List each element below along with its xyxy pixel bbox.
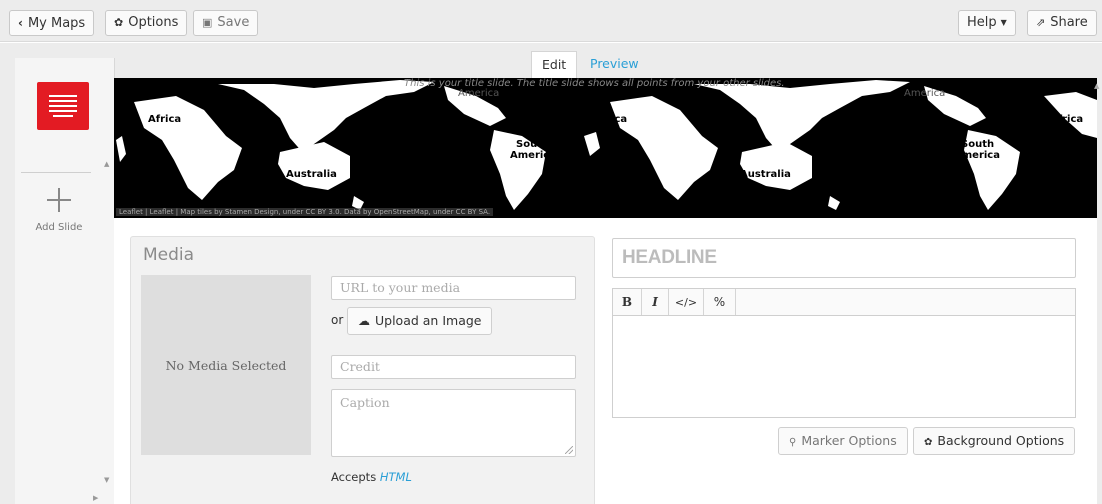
map-label: Australia	[286, 169, 337, 180]
help-button[interactable]: Help ▼	[958, 10, 1016, 36]
media-title: Media	[143, 245, 195, 265]
headline-input[interactable]: HEADLINE	[612, 238, 1076, 278]
italic-button[interactable]: I	[642, 289, 669, 315]
accepts-html-note: Accepts HTML	[331, 470, 412, 484]
editor-scroll-up-icon[interactable]: ▲	[1094, 82, 1099, 90]
my-maps-button[interactable]: ‹ My Maps	[9, 10, 95, 36]
text-editor: B I </> %	[612, 288, 1076, 418]
map-marker-icon: ⚲	[789, 437, 797, 448]
text-body[interactable]	[613, 316, 1075, 418]
resize-grip-icon[interactable]	[565, 446, 573, 454]
credit-input[interactable]: Credit	[331, 355, 576, 379]
map-view[interactable]: This is your title slide. The title slid…	[114, 78, 1097, 218]
bold-button[interactable]: B	[613, 289, 642, 315]
or-text: or	[331, 313, 344, 327]
options-button[interactable]: ✿ Options	[105, 10, 188, 36]
chevron-left-icon: ‹	[18, 16, 23, 30]
panel-divider	[21, 172, 91, 173]
map-label: Australia	[740, 169, 791, 180]
title-slide-thumbnail[interactable]	[37, 82, 89, 130]
editor-toolbar: B I </> %	[613, 289, 1075, 316]
gear-icon: ✿	[114, 16, 124, 29]
add-slide-button[interactable]: Add Slide	[28, 188, 90, 233]
floppy-disk-icon: ▣	[202, 16, 213, 29]
map-label: South	[961, 139, 995, 150]
tab-edit[interactable]: Edit	[531, 51, 578, 78]
map-label: America	[458, 88, 500, 99]
upload-image-button[interactable]: ☁ Upload an Image	[347, 307, 493, 335]
map-label: Africa	[594, 114, 628, 125]
share-button[interactable]: ⇗ Share	[1027, 10, 1097, 36]
html-link[interactable]: HTML	[380, 470, 412, 484]
map-label: South	[516, 139, 550, 150]
map-label: America	[954, 150, 1000, 161]
world-map	[116, 80, 1097, 210]
tab-preview[interactable]: Preview	[580, 51, 649, 78]
panel-scroll-right-icon[interactable]: ▶	[93, 494, 98, 502]
media-card: Media No Media Selected URL to your medi…	[130, 236, 595, 504]
code-view-button[interactable]: </>	[669, 289, 704, 315]
caret-down-icon: ▼	[1000, 18, 1007, 27]
panel-scroll-down-icon[interactable]: ▼	[104, 476, 109, 484]
marker-options-button[interactable]: ⚲ Marker Options	[778, 427, 908, 455]
plus-icon	[47, 188, 71, 212]
link-icon: %	[713, 295, 726, 309]
map-attribution[interactable]: Leaflet | Leaflet | Map tiles by Stamen …	[116, 208, 494, 216]
media-preview: No Media Selected	[141, 275, 311, 455]
gear-icon: ✿	[924, 437, 933, 448]
share-icon: ⇗	[1036, 16, 1046, 29]
map-label: America	[904, 88, 946, 99]
link-button[interactable]: %	[704, 289, 736, 315]
map-label: Africa	[1050, 114, 1084, 125]
cloud-upload-icon: ☁	[358, 314, 370, 328]
top-toolbar: ‹ My Maps ✿ Options ▣ Save Help ▼ ⇗ Share	[0, 0, 1102, 42]
map-label: America	[510, 150, 556, 161]
panel-scroll-up-icon[interactable]: ▲	[104, 160, 109, 168]
save-button[interactable]: ▣ Save	[193, 10, 259, 36]
media-url-input[interactable]: URL to your media	[331, 276, 576, 300]
caption-textarea[interactable]: Caption	[331, 389, 576, 457]
map-label: Africa	[148, 114, 182, 125]
background-options-button[interactable]: ✿ Background Options	[913, 427, 1076, 455]
